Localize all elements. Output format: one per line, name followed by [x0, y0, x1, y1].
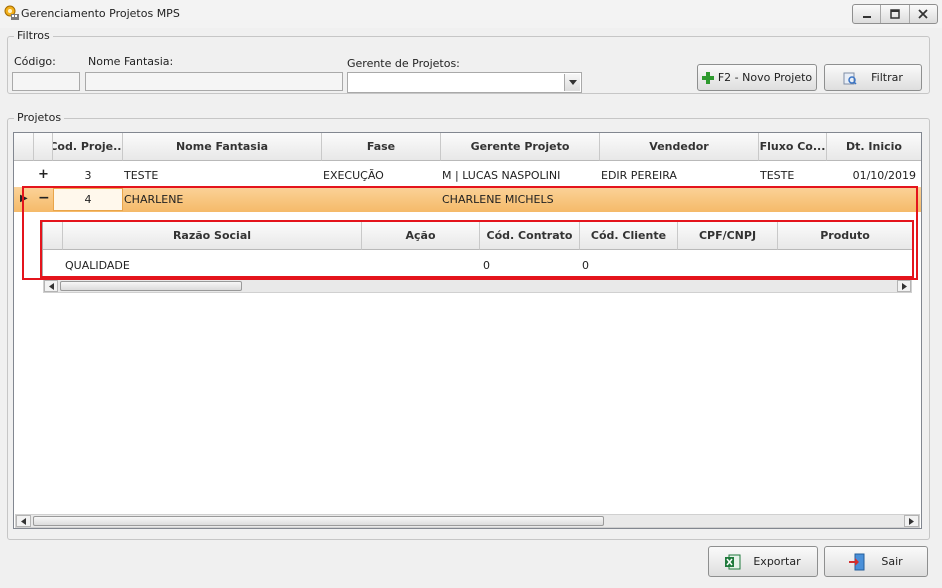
- novo-projeto-label: F2 - Novo Projeto: [717, 71, 813, 84]
- col-header-cod-projeto[interactable]: Cod. Proje...: [53, 133, 123, 161]
- close-icon: [918, 9, 928, 19]
- cell-fluxo: TESTE: [760, 169, 795, 182]
- sair-label: Sair: [881, 555, 903, 568]
- cell-gerente: M | LUCAS NASPOLINI: [442, 169, 561, 182]
- exportar-button[interactable]: Exportar: [708, 546, 818, 577]
- filtrar-label: Filtrar: [871, 71, 903, 84]
- excel-icon: [725, 554, 741, 570]
- col-header-fase[interactable]: Fase: [322, 133, 441, 161]
- expander-header: [34, 133, 53, 161]
- col-header-dt-inicio[interactable]: Dt. Inicio: [827, 133, 921, 161]
- col-header-gerente-projeto[interactable]: Gerente Projeto: [441, 133, 600, 161]
- row-indicator-header: [14, 133, 34, 161]
- cell-nome: TESTE: [124, 169, 159, 182]
- plus-icon: [701, 71, 714, 84]
- highlight-box-detail: [40, 220, 914, 278]
- gerente-label: Gerente de Projetos:: [347, 57, 460, 70]
- chevron-down-icon[interactable]: [564, 74, 580, 91]
- codigo-field[interactable]: [12, 72, 80, 91]
- cell-dt-inicio: 01/10/2019: [852, 169, 916, 182]
- gerente-dropdown[interactable]: [347, 72, 582, 93]
- scroll-left-icon[interactable]: [44, 280, 58, 292]
- novo-projeto-button[interactable]: F2 - Novo Projeto: [697, 64, 817, 91]
- maximize-button[interactable]: [881, 5, 910, 23]
- scroll-thumb[interactable]: [60, 281, 242, 291]
- scroll-right-icon[interactable]: [904, 515, 919, 527]
- maximize-icon: [890, 9, 900, 19]
- app-logo-icon: [4, 5, 20, 21]
- exportar-label: Exportar: [753, 555, 801, 568]
- title-bar: Gerenciamento Projetos MPS: [0, 0, 942, 28]
- filtros-legend: Filtros: [14, 29, 53, 42]
- cell-cod: 3: [84, 169, 92, 182]
- col-header-vendedor[interactable]: Vendedor: [600, 133, 759, 161]
- window-title: Gerenciamento Projetos MPS: [21, 7, 180, 20]
- scroll-thumb[interactable]: [33, 516, 604, 526]
- minimize-icon: [862, 16, 871, 18]
- close-button[interactable]: [910, 5, 937, 23]
- scroll-left-icon[interactable]: [16, 515, 31, 527]
- exit-door-icon: [849, 553, 865, 571]
- window-controls: [852, 4, 938, 24]
- grid-horizontal-scrollbar[interactable]: [15, 514, 920, 528]
- nome-fantasia-label: Nome Fantasia:: [88, 55, 174, 68]
- codigo-label: Código:: [14, 55, 56, 68]
- detail-horizontal-scrollbar[interactable]: [43, 279, 912, 293]
- col-header-fluxo[interactable]: Fluxo Co...: [759, 133, 827, 161]
- sair-button[interactable]: Sair: [824, 546, 928, 577]
- nome-fantasia-field[interactable]: [85, 72, 343, 91]
- filter-icon: [843, 71, 857, 85]
- table-row[interactable]: + 3 TESTE EXECUÇÃO M | LUCAS NASPOLINI E…: [14, 163, 921, 187]
- filtrar-button[interactable]: Filtrar: [824, 64, 922, 91]
- expand-icon[interactable]: +: [38, 167, 49, 182]
- minimize-button[interactable]: [853, 5, 882, 23]
- scroll-right-icon[interactable]: [897, 280, 911, 292]
- cell-fase: EXECUÇÃO: [323, 169, 384, 182]
- col-header-nome-fantasia[interactable]: Nome Fantasia: [123, 133, 322, 161]
- cell-vendedor: EDIR PEREIRA: [601, 169, 677, 182]
- projetos-legend: Projetos: [14, 111, 65, 124]
